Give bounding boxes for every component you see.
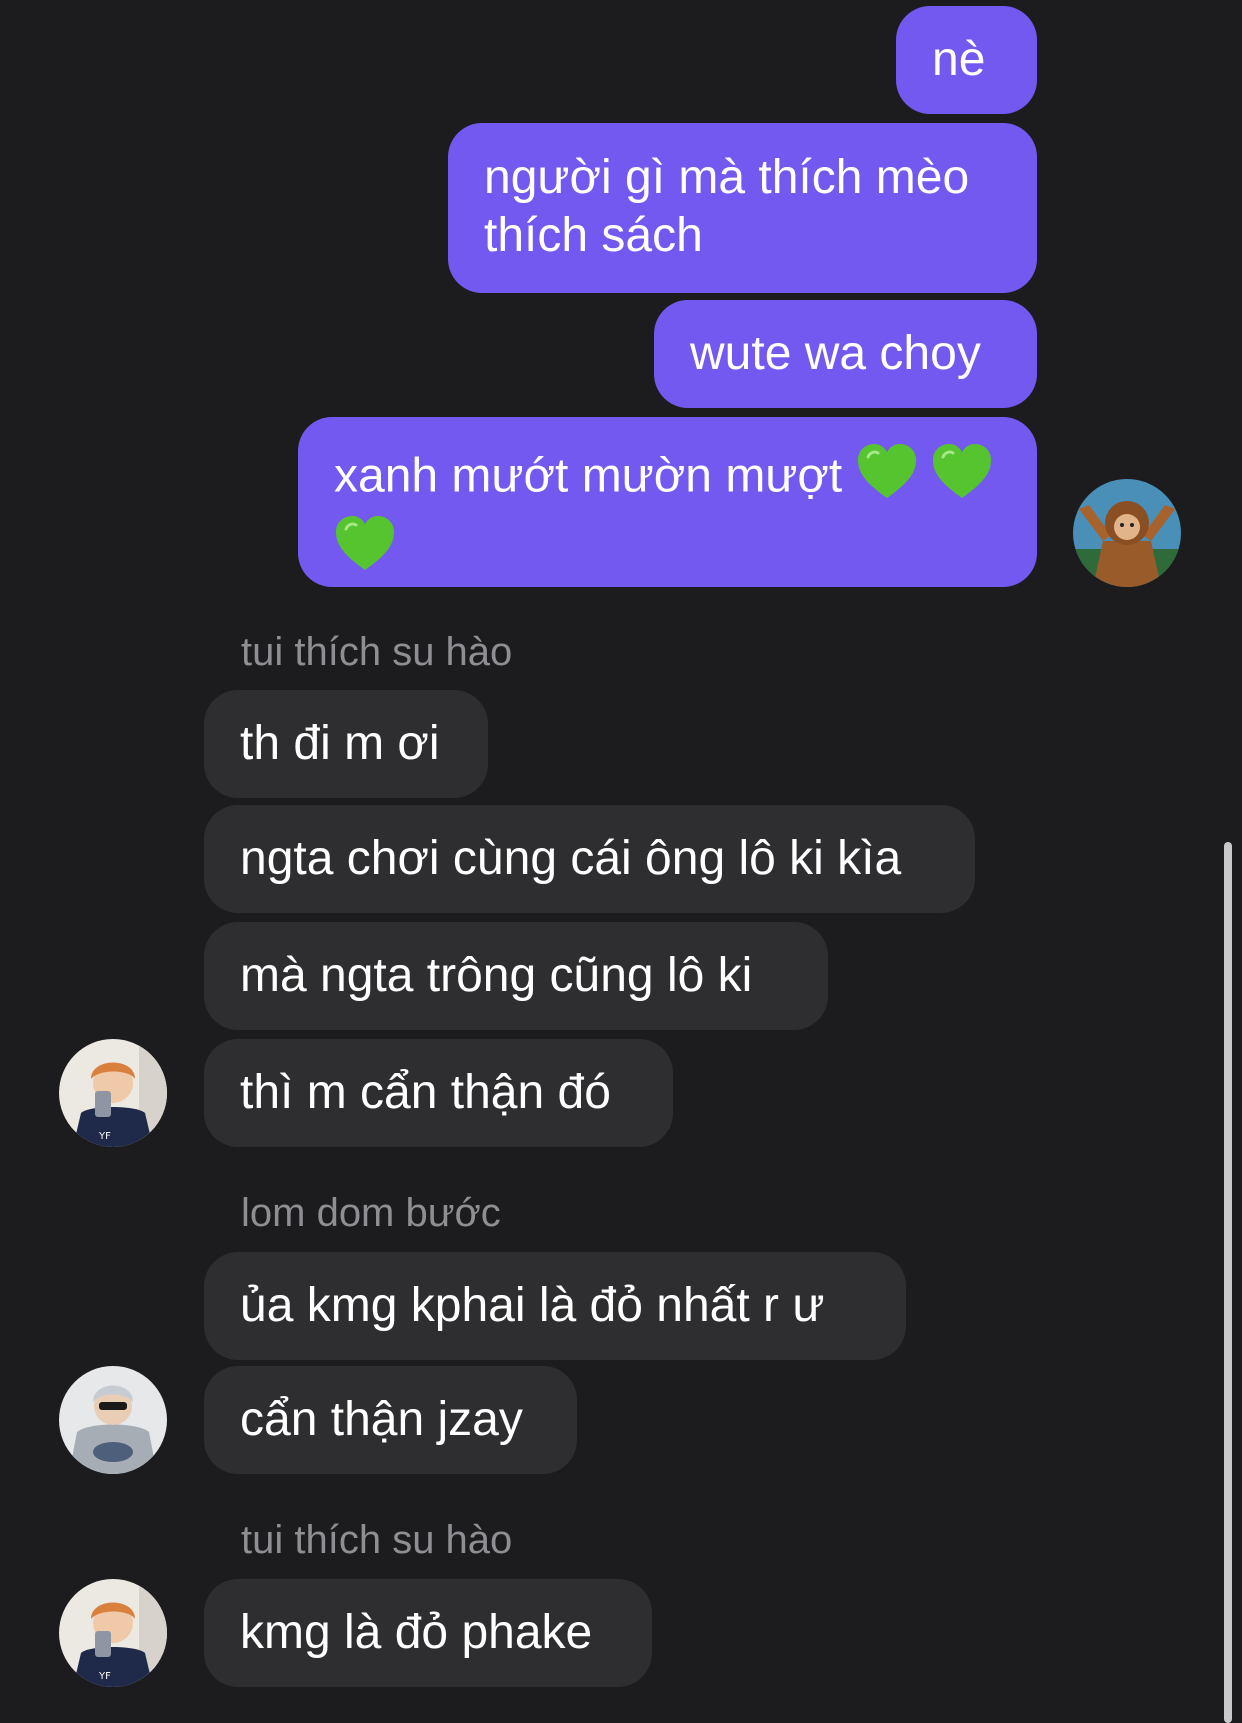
green-heart-icon bbox=[334, 515, 396, 587]
message-text-line: người gì mà thích mèo bbox=[484, 151, 970, 204]
message-text-line: thích sách bbox=[484, 209, 703, 262]
incoming-message[interactable]: thì m cẩn thận đó bbox=[204, 1039, 673, 1147]
contact-avatar[interactable]: YF bbox=[59, 1579, 167, 1687]
svg-text:YF: YF bbox=[98, 1131, 111, 1142]
incoming-message[interactable]: ngta chơi cùng cái ông lô ki kìa bbox=[204, 805, 975, 913]
incoming-message[interactable]: mà ngta trông cũng lô ki bbox=[204, 922, 828, 1030]
incoming-message[interactable]: kmg là đỏ phake bbox=[204, 1579, 652, 1687]
message-text: wute wa choy bbox=[690, 327, 981, 380]
contact-avatar[interactable]: YF bbox=[59, 1039, 167, 1147]
message-text-line bbox=[334, 515, 1001, 587]
message-text: thì m cẩn thận đó bbox=[240, 1066, 611, 1119]
message-text: xanh mướt mườn mượt bbox=[334, 449, 843, 503]
incoming-message[interactable]: cẩn thận jzay bbox=[204, 1366, 577, 1474]
my-avatar[interactable] bbox=[1073, 479, 1181, 587]
svg-text:YF: YF bbox=[98, 1671, 111, 1682]
message-text: th đi m ơi bbox=[240, 717, 440, 770]
incoming-message[interactable]: ủa kmg kphai là đỏ nhất r ư bbox=[204, 1252, 906, 1360]
incoming-message[interactable]: th đi m ơi bbox=[204, 690, 488, 798]
outgoing-message[interactable]: người gì mà thích mèo thích sách bbox=[448, 123, 1037, 293]
outgoing-message[interactable]: wute wa choy bbox=[654, 300, 1037, 408]
sender-name: lom dom bước bbox=[241, 1191, 501, 1235]
outgoing-message[interactable]: nè bbox=[896, 6, 1037, 114]
message-text: ngta chơi cùng cái ông lô ki kìa bbox=[240, 832, 902, 885]
outgoing-message[interactable]: xanh mướt mườn mượt bbox=[298, 417, 1037, 587]
message-text: nè bbox=[932, 33, 986, 86]
message-text: mà ngta trông cũng lô ki bbox=[240, 949, 753, 1002]
message-text-line: xanh mướt mườn mượt bbox=[334, 443, 1001, 515]
sender-name: tui thích su hào bbox=[241, 1518, 513, 1562]
sender-name: tui thích su hào bbox=[241, 630, 513, 674]
message-text: ủa kmg kphai là đỏ nhất r ư bbox=[240, 1279, 825, 1332]
message-text: cẩn thận jzay bbox=[240, 1393, 523, 1446]
green-heart-icon bbox=[856, 443, 918, 515]
green-heart-icon bbox=[931, 443, 993, 515]
scrollbar[interactable] bbox=[1224, 842, 1232, 1723]
contact-avatar[interactable] bbox=[59, 1366, 167, 1474]
message-text: kmg là đỏ phake bbox=[240, 1606, 593, 1659]
